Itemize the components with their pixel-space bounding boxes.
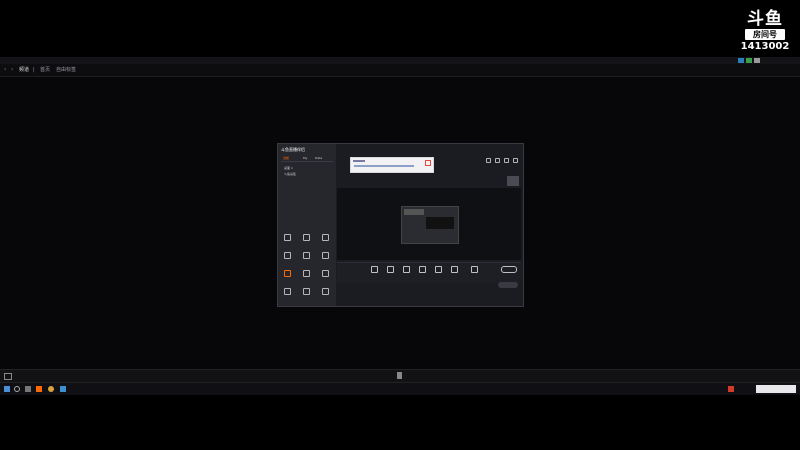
popup-dialog[interactable] xyxy=(350,157,434,173)
check-app-icon[interactable] xyxy=(60,386,66,392)
back-icon[interactable]: ‹ xyxy=(4,64,6,76)
douyu-app-icon[interactable] xyxy=(36,386,42,392)
image-icon[interactable] xyxy=(322,252,329,259)
preview-canvas xyxy=(337,176,521,260)
footer-status xyxy=(498,282,518,288)
status-icon-1 xyxy=(738,58,744,63)
popup-content-line xyxy=(354,165,414,167)
record-icon[interactable] xyxy=(486,158,491,163)
bottom-toolbar xyxy=(337,262,521,283)
tab-free-tags[interactable]: 自由标签 xyxy=(56,64,76,76)
nested-app-preview xyxy=(401,206,459,244)
box-icon[interactable] xyxy=(284,288,291,295)
room-label: 房间号 xyxy=(745,29,785,40)
game-icon[interactable] xyxy=(284,270,291,277)
streaming-app-window: 斗鱼直播伴侣 当前 My Data 桌面 1 斗鱼采集 xyxy=(277,143,524,307)
scene-item-desktop[interactable]: 桌面 1 xyxy=(284,166,293,170)
pin-icon[interactable] xyxy=(303,252,310,259)
douyu-logo: 斗鱼 xyxy=(747,9,783,29)
home-icon[interactable] xyxy=(504,158,509,163)
status-icon-2 xyxy=(746,58,752,63)
streaming-app-title: 斗鱼直播伴侣 xyxy=(281,147,305,152)
nested-header xyxy=(404,209,424,215)
popup-close-icon[interactable] xyxy=(425,160,431,166)
side-tab-my[interactable]: My xyxy=(303,156,307,160)
gift-icon[interactable] xyxy=(284,252,291,259)
forward-icon[interactable]: › xyxy=(11,64,13,76)
wave-icon[interactable] xyxy=(303,288,310,295)
tool-icon-4[interactable] xyxy=(419,266,426,273)
outer-tabbar: ‹ › 频道 | 首页 自由标签 xyxy=(0,64,800,77)
camera-icon[interactable] xyxy=(471,266,478,273)
douyu-room-badge: 斗鱼 房间号 1413002 xyxy=(740,10,790,60)
scene-item-capture[interactable]: 斗鱼采集 xyxy=(284,172,296,176)
mic-icon[interactable] xyxy=(397,372,402,379)
tool-icon-1[interactable] xyxy=(371,266,378,273)
status-icon-3 xyxy=(754,58,760,63)
streaming-main xyxy=(336,144,523,306)
outer-titlebar xyxy=(0,57,800,64)
tool-icon-2[interactable] xyxy=(387,266,394,273)
tool-icon-5[interactable] xyxy=(435,266,442,273)
cloud-icon[interactable] xyxy=(322,234,329,241)
tab-divider: | xyxy=(33,67,35,73)
side-tab-data[interactable]: Data xyxy=(315,156,322,160)
mic-icon[interactable] xyxy=(303,234,310,241)
settings-icon[interactable] xyxy=(322,270,329,277)
streaming-sidebar: 斗鱼直播伴侣 当前 My Data 桌面 1 斗鱼采集 xyxy=(278,144,337,306)
tab-channel[interactable]: 频道 xyxy=(19,64,29,76)
tray-notification[interactable] xyxy=(756,385,796,393)
search-icon[interactable] xyxy=(14,386,20,392)
refresh-icon[interactable] xyxy=(495,158,500,163)
top-black-band xyxy=(0,0,800,57)
nested-canvas xyxy=(426,217,454,229)
side-tab-current[interactable]: 当前 xyxy=(283,156,289,160)
browser-icon[interactable] xyxy=(48,386,54,392)
grid-icon[interactable] xyxy=(284,234,291,241)
tool-icon-6[interactable] xyxy=(451,266,458,273)
taskbar xyxy=(0,382,800,395)
start-icon[interactable] xyxy=(4,386,10,392)
side-tabs: 当前 My Data xyxy=(281,156,333,162)
preview-toggle-icon[interactable] xyxy=(4,373,12,380)
chart-icon[interactable] xyxy=(303,270,310,277)
tool-icon-3[interactable] xyxy=(403,266,410,273)
task-view-icon[interactable] xyxy=(25,386,31,392)
tab-home[interactable]: 首页 xyxy=(40,64,50,76)
main-top-icons xyxy=(486,158,518,163)
tray-app-icon[interactable] xyxy=(728,386,734,392)
start-live-button[interactable] xyxy=(501,266,517,273)
popup-title-bar xyxy=(353,160,365,162)
share-icon[interactable] xyxy=(513,158,518,163)
up-icon[interactable] xyxy=(322,288,329,295)
room-number: 1413002 xyxy=(740,41,790,52)
outer-preview-bar xyxy=(0,369,800,382)
camera-thumbnail xyxy=(507,176,519,186)
